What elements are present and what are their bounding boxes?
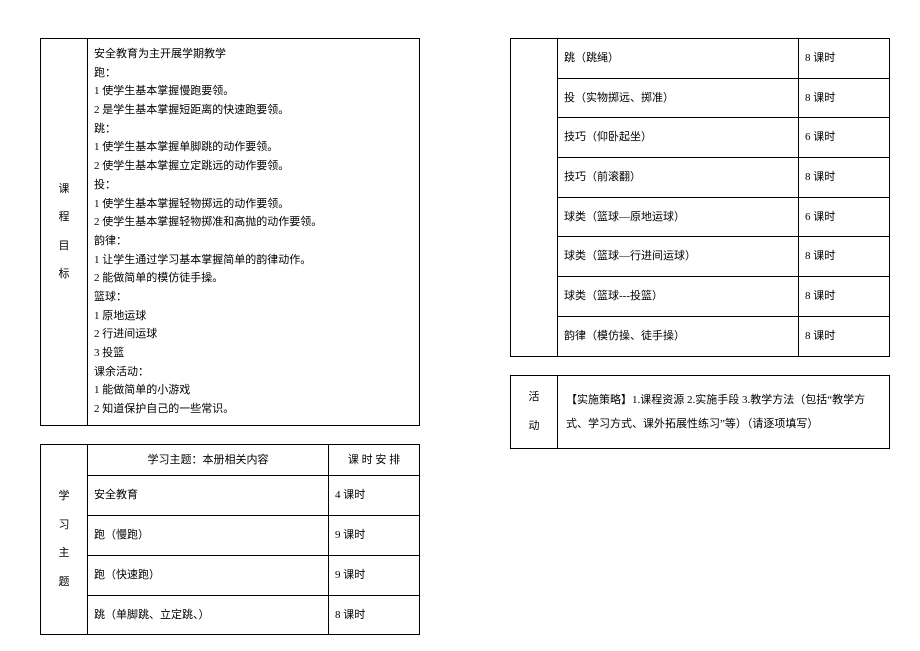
activity-label: 活 动: [511, 375, 558, 448]
objective-line: 2 行进间运球: [94, 325, 413, 344]
hours-cell: 6 课时: [799, 197, 890, 237]
table-row: 投（实物掷远、掷准） 8 课时: [511, 78, 890, 118]
objective-line: 韵律：: [94, 232, 413, 251]
label-char: 课: [47, 175, 81, 204]
theme-cell: 跑（慢跑）: [88, 516, 329, 556]
hours-cell: 8 课时: [799, 158, 890, 198]
hours-cell: 9 课时: [329, 516, 420, 556]
theme-cell: 球类（篮球—行进间运球）: [558, 237, 799, 277]
objective-line: 3 投篮: [94, 344, 413, 363]
theme-cell: 跳（单脚跳、立定跳、）: [88, 595, 329, 635]
table-row: 技巧（仰卧起坐） 6 课时: [511, 118, 890, 158]
table-row: 球类（篮球—行进间运球） 8 课时: [511, 237, 890, 277]
table-row: 跑（慢跑） 9 课时: [41, 516, 420, 556]
label-char: 题: [47, 568, 81, 597]
label-char: 习: [47, 511, 81, 540]
objective-line: 1 原地运球: [94, 307, 413, 326]
hours-cell: 8 课时: [799, 78, 890, 118]
objective-line: 1 使学生基本掌握轻物掷远的动作要领。: [94, 195, 413, 214]
objectives-table: 课 程 目 标 安全教育为主开展学期教学 跑： 1 使学生基本掌握慢跑要领。 2…: [40, 38, 420, 426]
theme-cell: 球类（篮球---投篮）: [558, 277, 799, 317]
label-char: 动: [517, 412, 551, 441]
objectives-label: 课 程 目 标: [41, 39, 88, 426]
table-row: 球类（篮球—原地运球） 6 课时: [511, 197, 890, 237]
hours-cell: 9 课时: [329, 555, 420, 595]
objective-line: 2 使学生基本掌握轻物掷准和高抛的动作要领。: [94, 213, 413, 232]
study-label-cont: [511, 39, 558, 357]
table-row: 安全教育 4 课时: [41, 476, 420, 516]
activity-table: 活 动 【实施策略】1.课程资源 2.实施手段 3.教学方法（包括“教学方式、学…: [510, 375, 890, 449]
right-page: 跳（跳绳） 8 课时 投（实物掷远、掷准） 8 课时 技巧（仰卧起坐） 6 课时…: [510, 38, 890, 449]
table-row: 跑（快速跑） 9 课时: [41, 555, 420, 595]
left-page: 课 程 目 标 安全教育为主开展学期教学 跑： 1 使学生基本掌握慢跑要领。 2…: [40, 38, 420, 635]
study-header-theme: 学习主题：本册相关内容: [88, 444, 329, 476]
objective-line: 投：: [94, 176, 413, 195]
theme-cell: 球类（篮球—原地运球）: [558, 197, 799, 237]
hours-cell: 4 课时: [329, 476, 420, 516]
objective-line: 跳：: [94, 120, 413, 139]
label-char: 标: [47, 260, 81, 289]
table-row: 跳（跳绳） 8 课时: [511, 39, 890, 79]
hours-cell: 8 课时: [799, 316, 890, 356]
objective-line: 安全教育为主开展学期教学: [94, 45, 413, 64]
table-row: 韵律（模仿操、徒手操） 8 课时: [511, 316, 890, 356]
study-header-hours: 课 时 安 排: [329, 444, 420, 476]
objective-line: 1 让学生通过学习基本掌握简单的韵律动作。: [94, 251, 413, 270]
objective-line: 2 是学生基本掌握短距离的快速跑要领。: [94, 101, 413, 120]
theme-cell: 跳（跳绳）: [558, 39, 799, 79]
hours-cell: 8 课时: [329, 595, 420, 635]
theme-cell: 跑（快速跑）: [88, 555, 329, 595]
label-char: 学: [47, 482, 81, 511]
theme-cell: 技巧（前滚翻）: [558, 158, 799, 198]
label-char: 主: [47, 539, 81, 568]
theme-cell: 技巧（仰卧起坐）: [558, 118, 799, 158]
study-table-right: 跳（跳绳） 8 课时 投（实物掷远、掷准） 8 课时 技巧（仰卧起坐） 6 课时…: [510, 38, 890, 357]
label-char: 活: [517, 383, 551, 412]
theme-cell: 韵律（模仿操、徒手操）: [558, 316, 799, 356]
study-table-left: 学 习 主 题 学习主题：本册相关内容 课 时 安 排 安全教育 4 课时 跑（…: [40, 444, 420, 635]
hours-cell: 8 课时: [799, 237, 890, 277]
hours-cell: 8 课时: [799, 39, 890, 79]
objective-line: 篮球：: [94, 288, 413, 307]
objective-line: 1 使学生基本掌握慢跑要领。: [94, 82, 413, 101]
objective-line: 2 知道保护自己的一些常识。: [94, 400, 413, 419]
label-char: 目: [47, 232, 81, 261]
theme-cell: 安全教育: [88, 476, 329, 516]
objectives-content: 安全教育为主开展学期教学 跑： 1 使学生基本掌握慢跑要领。 2 是学生基本掌握…: [88, 39, 420, 426]
hours-cell: 8 课时: [799, 277, 890, 317]
study-label: 学 习 主 题: [41, 444, 88, 634]
objective-line: 跑：: [94, 64, 413, 83]
hours-cell: 6 课时: [799, 118, 890, 158]
objective-line: 1 使学生基本掌握单脚跳的动作要领。: [94, 138, 413, 157]
table-row: 跳（单脚跳、立定跳、） 8 课时: [41, 595, 420, 635]
objective-line: 1 能做简单的小游戏: [94, 381, 413, 400]
objective-line: 课余活动：: [94, 363, 413, 382]
activity-content: 【实施策略】1.课程资源 2.实施手段 3.教学方法（包括“教学方式、学习方式、…: [558, 375, 890, 448]
objective-line: 2 能做简单的模仿徒手操。: [94, 269, 413, 288]
objective-line: 2 使学生基本掌握立定跳远的动作要领。: [94, 157, 413, 176]
table-row: 球类（篮球---投篮） 8 课时: [511, 277, 890, 317]
theme-cell: 投（实物掷远、掷准）: [558, 78, 799, 118]
table-row: 技巧（前滚翻） 8 课时: [511, 158, 890, 198]
label-char: 程: [47, 203, 81, 232]
